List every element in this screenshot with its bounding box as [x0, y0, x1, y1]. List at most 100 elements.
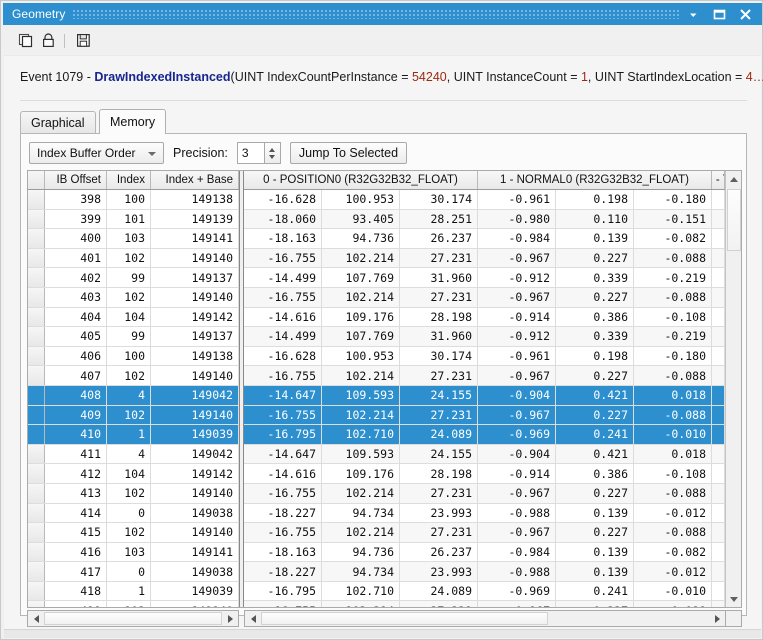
table-row[interactable]: -18.22794.73423.993-0.9880.139-0.012	[244, 504, 725, 524]
cell-index[interactable]: 99	[107, 327, 151, 346]
cell-index-base[interactable]: 149140	[151, 249, 239, 268]
cell-index-base[interactable]: 149142	[151, 308, 239, 327]
table-row[interactable]: -16.755102.21427.231-0.9670.227-0.088	[244, 249, 725, 269]
table-row[interactable]: -16.795102.71024.089-0.9690.241-0.010	[244, 425, 725, 445]
cell-position[interactable]: 26.237	[400, 229, 478, 248]
precision-input[interactable]: 3	[237, 142, 264, 164]
cell-position[interactable]: 27.231	[400, 366, 478, 385]
cell-position[interactable]: 93.405	[322, 210, 400, 229]
cell-normal[interactable]: 0.198	[556, 190, 634, 209]
row-selector-cell[interactable]	[28, 504, 45, 523]
cell-ib-offset[interactable]: 411	[45, 445, 107, 464]
row-selector-cell[interactable]	[28, 386, 45, 405]
row-selector-cell[interactable]	[28, 249, 45, 268]
hscroll-left-button-left-pane[interactable]	[28, 611, 44, 626]
cell-normal[interactable]: 0.198	[556, 347, 634, 366]
cell-index[interactable]: 0	[107, 504, 151, 523]
cell-position[interactable]: 107.769	[322, 268, 400, 287]
cell-position[interactable]: -14.647	[244, 386, 322, 405]
cell-texcoord[interactable]	[712, 288, 725, 307]
cell-index-base[interactable]: 149140	[151, 406, 239, 425]
tab-graphical[interactable]: Graphical	[20, 111, 96, 134]
cell-normal[interactable]: -0.088	[634, 406, 712, 425]
cell-index[interactable]: 4	[107, 386, 151, 405]
cell-normal[interactable]: 0.018	[634, 386, 712, 405]
cell-normal[interactable]: 0.241	[556, 425, 634, 444]
tab-memory[interactable]: Memory	[99, 109, 166, 134]
cell-position[interactable]: 27.231	[400, 288, 478, 307]
scroll-up-button[interactable]	[726, 171, 741, 187]
table-row[interactable]: -18.16394.73626.237-0.9840.139-0.082	[244, 229, 725, 249]
cell-position[interactable]: 27.231	[400, 523, 478, 542]
cell-position[interactable]: 94.734	[322, 562, 400, 581]
table-row[interactable]: 4181149039	[28, 582, 239, 602]
cell-position[interactable]: -18.060	[244, 210, 322, 229]
row-selector-cell[interactable]	[28, 190, 45, 209]
cell-texcoord[interactable]	[712, 366, 725, 385]
cell-index[interactable]: 102	[107, 406, 151, 425]
table-row[interactable]: -18.06093.40528.251-0.9800.110-0.151	[244, 210, 725, 230]
cell-position[interactable]: 27.231	[400, 249, 478, 268]
row-selector-cell[interactable]	[28, 445, 45, 464]
table-row[interactable]: 4140149038	[28, 504, 239, 524]
cell-normal[interactable]: -0.088	[634, 366, 712, 385]
table-row[interactable]: 406100149138	[28, 347, 239, 367]
cell-ib-offset[interactable]: 402	[45, 268, 107, 287]
cell-ib-offset[interactable]: 405	[45, 327, 107, 346]
row-selector-cell[interactable]	[28, 268, 45, 287]
table-row[interactable]: -16.628100.95330.174-0.9610.198-0.180	[244, 347, 725, 367]
column-header-ib-offset[interactable]: IB Offset	[45, 171, 107, 189]
cell-index[interactable]: 102	[107, 288, 151, 307]
cell-index[interactable]: 102	[107, 601, 151, 607]
cell-normal[interactable]: 0.386	[556, 464, 634, 483]
cell-texcoord[interactable]	[712, 190, 725, 209]
table-row[interactable]: 4084149042	[28, 386, 239, 406]
close-icon[interactable]	[739, 8, 752, 21]
cell-normal[interactable]: -0.088	[634, 601, 712, 607]
table-row[interactable]: -14.616109.17628.198-0.9140.386-0.108	[244, 464, 725, 484]
row-selector-cell[interactable]	[28, 582, 45, 601]
cell-normal[interactable]: -0.912	[478, 268, 556, 287]
cell-normal[interactable]: -0.088	[634, 523, 712, 542]
cell-ib-offset[interactable]: 407	[45, 366, 107, 385]
row-selector-cell[interactable]	[28, 523, 45, 542]
cell-ib-offset[interactable]: 417	[45, 562, 107, 581]
index-order-dropdown[interactable]: Index Buffer Order	[29, 142, 164, 164]
cell-position[interactable]: 102.214	[322, 366, 400, 385]
cell-position[interactable]: 27.231	[400, 601, 478, 607]
cell-normal[interactable]: -0.967	[478, 288, 556, 307]
cell-index-base[interactable]: 149138	[151, 347, 239, 366]
cell-normal[interactable]: 0.139	[556, 562, 634, 581]
cell-index-base[interactable]: 149039	[151, 582, 239, 601]
table-row[interactable]: 4114149042	[28, 445, 239, 465]
cell-position[interactable]: 109.593	[322, 386, 400, 405]
cell-position[interactable]: 26.237	[400, 543, 478, 562]
hscroll-right-button-right-pane[interactable]	[709, 611, 725, 626]
cell-position[interactable]: 102.214	[322, 601, 400, 607]
cell-index[interactable]: 101	[107, 210, 151, 229]
cell-index[interactable]: 102	[107, 366, 151, 385]
cell-index[interactable]: 99	[107, 268, 151, 287]
cell-normal[interactable]: 0.339	[556, 327, 634, 346]
cell-position[interactable]: -18.227	[244, 562, 322, 581]
cell-position[interactable]: 109.593	[322, 445, 400, 464]
cell-normal[interactable]: -0.082	[634, 229, 712, 248]
table-row[interactable]: 4170149038	[28, 562, 239, 582]
cell-normal[interactable]: -0.980	[478, 210, 556, 229]
spin-down-icon[interactable]	[269, 155, 275, 159]
cell-index[interactable]: 102	[107, 484, 151, 503]
cell-index[interactable]: 1	[107, 425, 151, 444]
row-selector-cell[interactable]	[28, 464, 45, 483]
cell-normal[interactable]: -0.988	[478, 562, 556, 581]
vertical-scrollbar[interactable]	[725, 171, 741, 607]
cell-texcoord[interactable]	[712, 582, 725, 601]
cell-normal[interactable]: -0.967	[478, 523, 556, 542]
cell-position[interactable]: -14.499	[244, 268, 322, 287]
cell-index-base[interactable]: 149140	[151, 601, 239, 607]
cell-index-base[interactable]: 149141	[151, 543, 239, 562]
cell-position[interactable]: 102.214	[322, 523, 400, 542]
cell-ib-offset[interactable]: 418	[45, 582, 107, 601]
table-row[interactable]: 416103149141	[28, 543, 239, 563]
cell-texcoord[interactable]	[712, 601, 725, 607]
cell-index-base[interactable]: 149142	[151, 464, 239, 483]
